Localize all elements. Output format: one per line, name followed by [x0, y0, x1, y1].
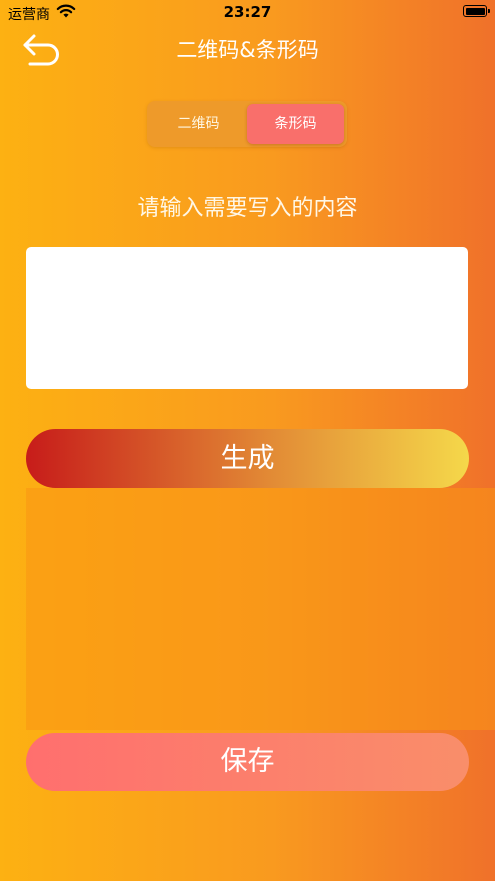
status-time: 23:27	[223, 3, 272, 21]
battery-icon	[463, 5, 490, 17]
input-prompt: 请输入需要写入的内容	[137, 196, 358, 221]
page-title: 二维码&条形码	[176, 38, 319, 62]
tab-qrcode[interactable]: 二维码	[150, 104, 247, 144]
code-result-area	[26, 488, 495, 730]
code-type-segmented-control: 二维码 条形码	[147, 101, 347, 147]
save-button[interactable]: 保存	[26, 733, 469, 791]
generate-button[interactable]: 生成	[26, 429, 469, 488]
status-bar: 运营商 23:27	[0, 0, 495, 26]
tab-barcode[interactable]: 条形码	[247, 104, 344, 144]
content-input[interactable]	[26, 247, 468, 389]
